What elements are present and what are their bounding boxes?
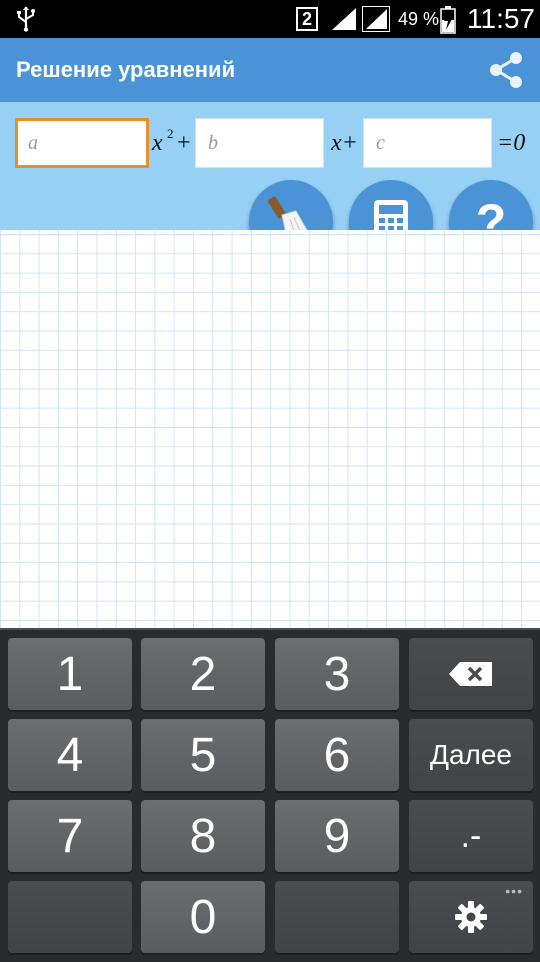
key-7[interactable]: 7 bbox=[8, 800, 132, 872]
coefficient-b-input[interactable] bbox=[195, 118, 324, 168]
app-header: Решение уравнений bbox=[0, 38, 540, 102]
power-label: 2 bbox=[167, 126, 174, 141]
more-indicator: ••• bbox=[505, 883, 523, 899]
gear-icon bbox=[455, 901, 487, 933]
settings-key[interactable]: ••• bbox=[409, 881, 533, 953]
x-plus-label: x+ bbox=[331, 130, 358, 156]
next-key[interactable]: Далее bbox=[409, 719, 533, 791]
app-title: Решение уравнений bbox=[16, 57, 236, 82]
key-8[interactable]: 8 bbox=[141, 800, 265, 872]
blank-key-left bbox=[8, 881, 132, 953]
status-bar: 2 49 % 11:57 bbox=[0, 0, 540, 38]
signal-icon bbox=[362, 6, 390, 32]
key-6[interactable]: 6 bbox=[275, 719, 399, 791]
share-icon[interactable] bbox=[486, 50, 526, 90]
x-squared-label: x bbox=[152, 130, 163, 156]
key-5[interactable]: 5 bbox=[141, 719, 265, 791]
usb-icon bbox=[17, 6, 35, 32]
numeric-keyboard: 1 2 3 4 5 6 Далее 7 8 9 .- 0 ••• bbox=[0, 628, 540, 962]
plus-label: + bbox=[177, 130, 191, 156]
backspace-icon bbox=[449, 662, 492, 686]
grid-paper-area bbox=[0, 230, 540, 628]
coefficient-a-input[interactable] bbox=[15, 118, 149, 168]
backspace-key[interactable] bbox=[409, 638, 533, 710]
key-2[interactable]: 2 bbox=[141, 638, 265, 710]
clock: 11:57 bbox=[467, 3, 535, 34]
signal-icon bbox=[332, 8, 356, 30]
key-1[interactable]: 1 bbox=[8, 638, 132, 710]
key-3[interactable]: 3 bbox=[275, 638, 399, 710]
coefficient-c-input[interactable] bbox=[363, 118, 492, 168]
battery-charging-icon bbox=[440, 6, 456, 34]
battery-percent: 49 % bbox=[398, 9, 440, 29]
equals-zero-label: =0 bbox=[497, 130, 526, 156]
blank-key-right bbox=[275, 881, 399, 953]
key-4[interactable]: 4 bbox=[8, 719, 132, 791]
key-9[interactable]: 9 bbox=[275, 800, 399, 872]
key-0[interactable]: 0 bbox=[141, 881, 265, 953]
sim-slot-badge: 2 bbox=[296, 7, 318, 31]
dot-minus-key[interactable]: .- bbox=[409, 800, 533, 872]
